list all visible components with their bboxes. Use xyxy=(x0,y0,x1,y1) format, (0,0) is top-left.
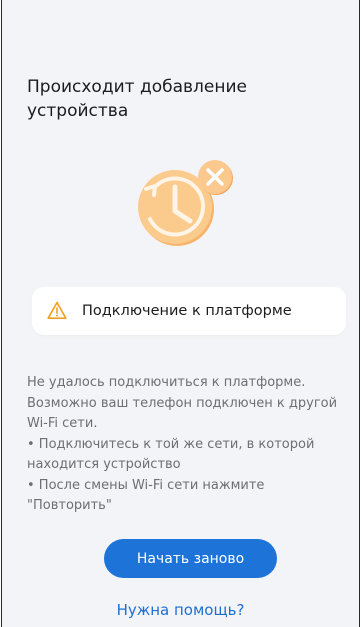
tip-same-network: • Подключитесь к той же сети, в которой … xyxy=(27,436,315,473)
clock-error-icon xyxy=(130,155,240,255)
device-adding-screen: Происходит добавление устройства Подключ xyxy=(1,0,360,627)
page-title: Происходит добавление устройства xyxy=(27,77,247,121)
error-message: Не удалось подключиться к платформе. Воз… xyxy=(27,373,352,517)
warning-icon xyxy=(47,301,67,320)
error-intro: Не удалось подключиться к платформе. Воз… xyxy=(27,375,338,431)
restart-button[interactable]: Начать заново xyxy=(104,539,277,578)
status-card: Подключение к платформе xyxy=(32,287,346,335)
tip-retry: • После смены Wi-Fi сети нажмите "Повтор… xyxy=(27,477,265,514)
help-link[interactable]: Нужна помощь? xyxy=(2,599,359,621)
status-label: Подключение к платформе xyxy=(82,303,292,319)
